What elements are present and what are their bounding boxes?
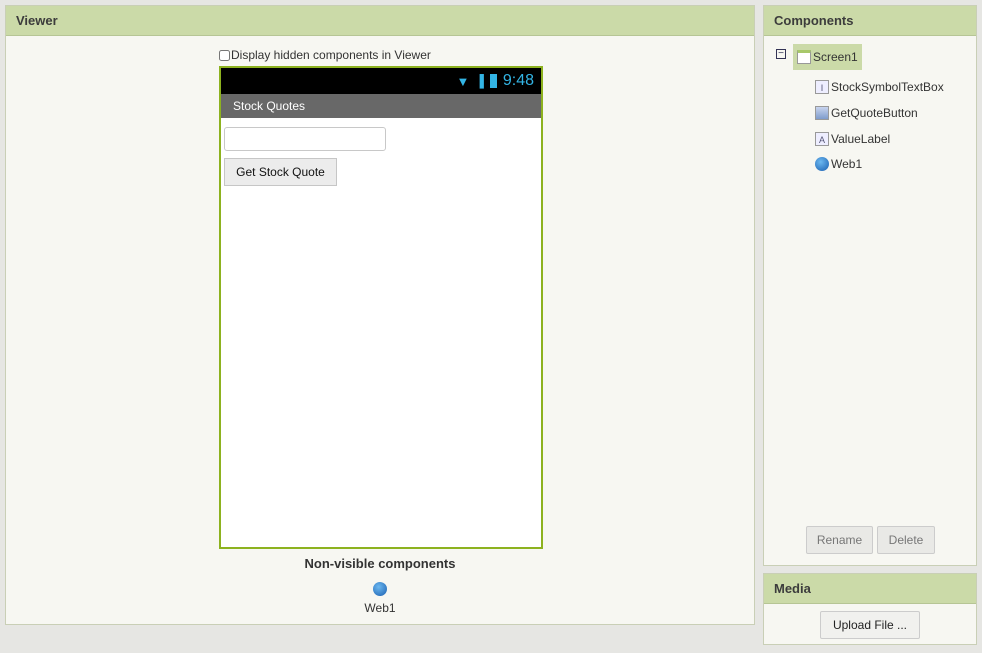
wifi-icon: ▼ xyxy=(456,73,470,89)
tree-label: Web1 xyxy=(831,157,863,171)
nonvisible-title: Non-visible components xyxy=(304,556,456,571)
viewer-panel: Viewer Display hidden components in View… xyxy=(5,5,755,625)
rename-button[interactable]: Rename xyxy=(806,526,873,554)
delete-button[interactable]: Delete xyxy=(877,526,935,554)
tree-item-label[interactable]: A ValueLabel xyxy=(815,132,890,146)
display-hidden-checkbox[interactable]: Display hidden components in Viewer xyxy=(219,48,431,62)
label-icon: A xyxy=(815,132,829,146)
tree-item-textbox[interactable]: I StockSymbolTextBox xyxy=(815,80,944,94)
viewer-header: Viewer xyxy=(6,6,754,36)
globe-icon xyxy=(373,581,387,596)
clock: 9:48 xyxy=(502,72,534,89)
media-panel: Media Upload File ... xyxy=(763,573,977,645)
upload-file-button[interactable]: Upload File ... xyxy=(820,611,920,639)
components-header: Components xyxy=(764,6,976,36)
button-icon xyxy=(815,106,829,120)
media-header: Media xyxy=(764,574,976,604)
screen-icon xyxy=(797,50,811,64)
tree-label: ValueLabel xyxy=(831,132,891,146)
tree-label: Screen1 xyxy=(813,50,858,64)
tree-label: StockSymbolTextBox xyxy=(831,80,944,94)
textbox-icon: I xyxy=(815,80,829,94)
web1-label: Web1 xyxy=(364,601,396,615)
phone-preview: ▼ ▐ 9:48 Stock Quotes Get Stock Quote xyxy=(219,66,543,549)
get-quote-button[interactable]: Get Stock Quote xyxy=(224,158,337,186)
signal-icon: ▐ xyxy=(475,74,484,88)
checkbox-label: Display hidden components in Viewer xyxy=(231,48,431,62)
globe-icon xyxy=(815,157,829,171)
stock-symbol-textbox[interactable] xyxy=(224,127,386,151)
nonvisible-web1[interactable]: Web1 xyxy=(6,580,754,615)
tree-label: GetQuoteButton xyxy=(831,106,918,120)
components-panel: Components − Screen1 I StockSymbolTextBox… xyxy=(763,5,977,566)
status-bar: ▼ ▐ 9:48 xyxy=(221,68,541,94)
tree-item-button[interactable]: GetQuoteButton xyxy=(815,106,918,120)
tree-item-screen1[interactable]: Screen1 xyxy=(793,44,862,70)
collapse-icon[interactable]: − xyxy=(776,49,786,59)
hidden-checkbox[interactable] xyxy=(219,49,230,61)
battery-icon xyxy=(489,74,497,88)
tree-item-web1[interactable]: Web1 xyxy=(815,157,862,171)
screen-title: Stock Quotes xyxy=(221,94,541,118)
